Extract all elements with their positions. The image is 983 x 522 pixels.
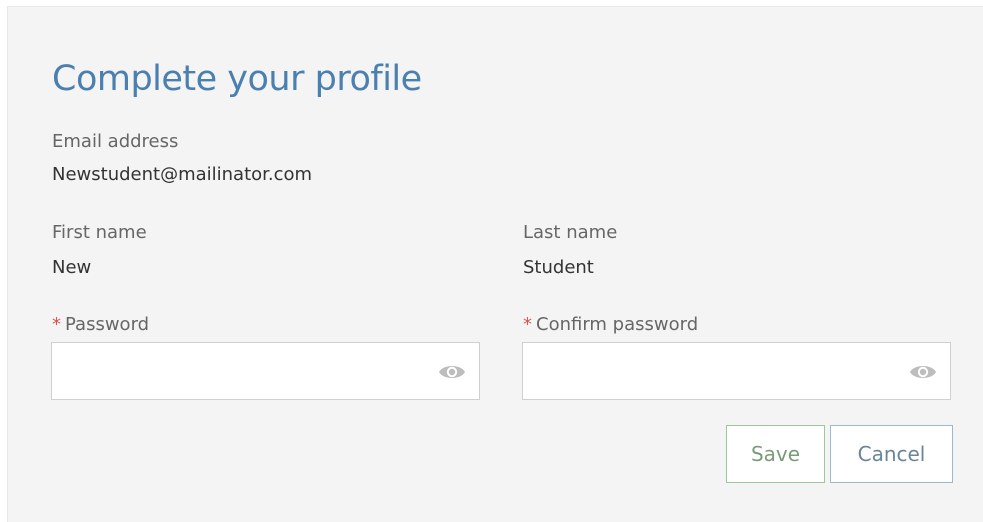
- confirm-password-label: * Confirm password: [523, 314, 698, 335]
- eye-icon[interactable]: [438, 362, 466, 382]
- password-label: * Password: [52, 314, 149, 335]
- required-marker: *: [52, 314, 61, 335]
- page-title: Complete your profile: [52, 59, 422, 99]
- password-field-wrap: [51, 342, 480, 400]
- cancel-button[interactable]: Cancel: [830, 425, 953, 483]
- eye-icon[interactable]: [909, 362, 937, 382]
- last-name-label: Last name: [523, 222, 618, 243]
- email-value: Newstudent@mailinator.com: [52, 164, 313, 185]
- password-label-text: Password: [65, 314, 150, 335]
- password-input[interactable]: [52, 343, 479, 399]
- confirm-password-input[interactable]: [523, 343, 950, 399]
- profile-panel: Complete your profile Email address News…: [7, 6, 983, 522]
- required-marker: *: [523, 314, 532, 335]
- last-name-value: Student: [523, 257, 594, 278]
- confirm-password-field-wrap: [522, 342, 951, 400]
- email-label: Email address: [52, 131, 179, 152]
- first-name-label: First name: [52, 222, 147, 243]
- save-button[interactable]: Save: [726, 425, 825, 483]
- first-name-value: New: [52, 257, 92, 278]
- confirm-password-label-text: Confirm password: [536, 314, 699, 335]
